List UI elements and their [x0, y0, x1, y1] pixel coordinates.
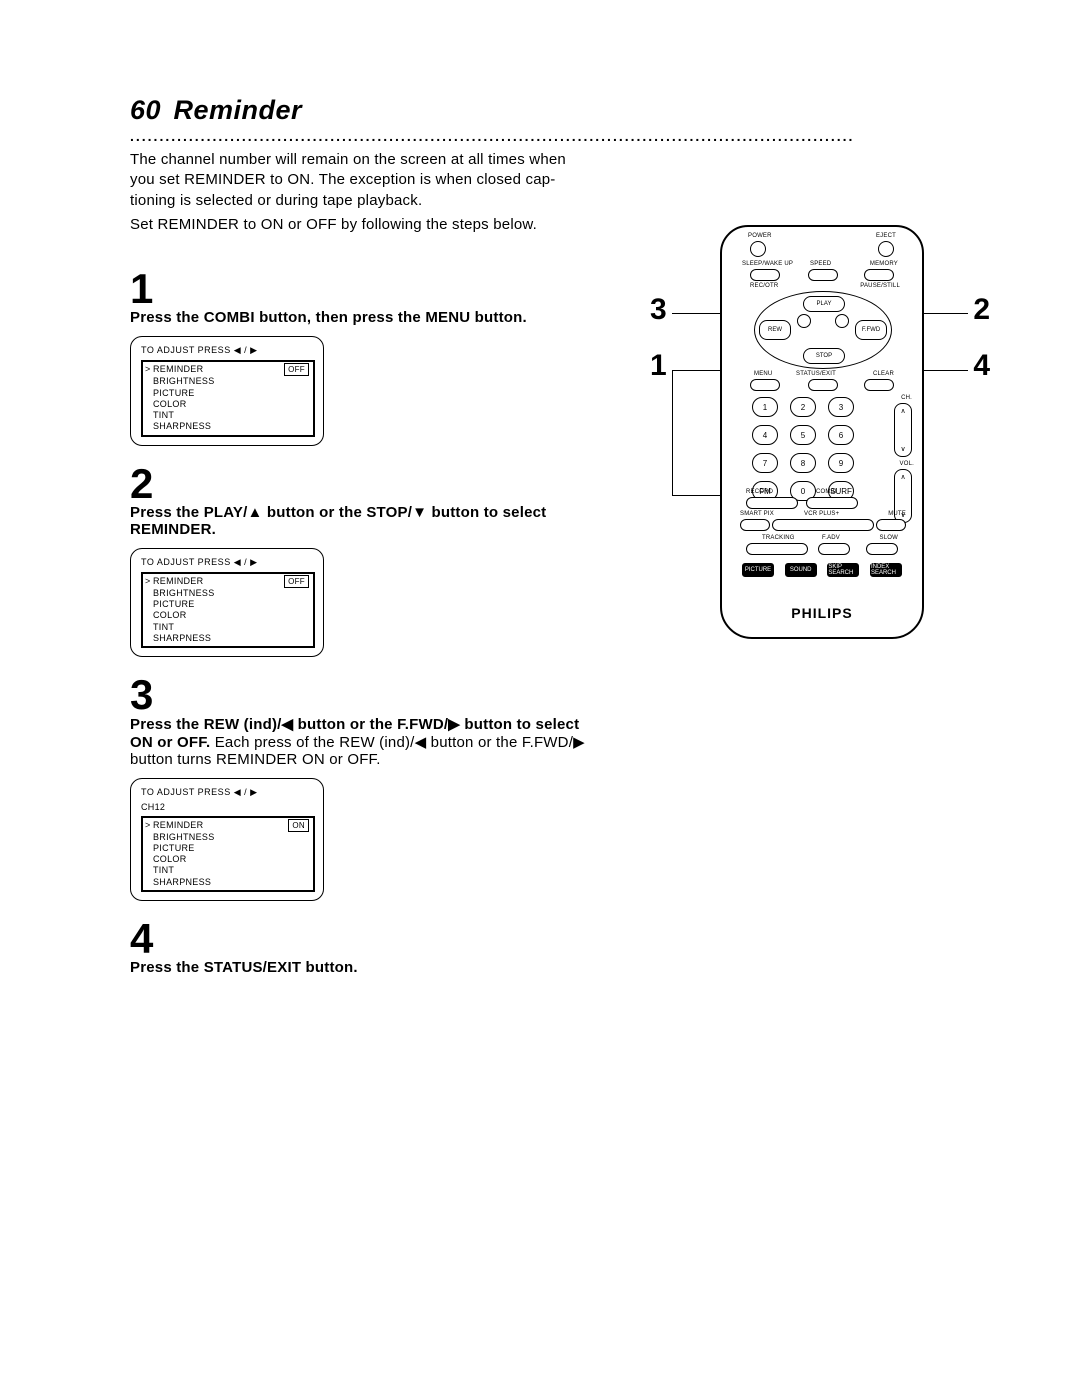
record-button[interactable]	[746, 497, 798, 509]
key-6[interactable]: 6	[828, 425, 854, 445]
key-8[interactable]: 8	[790, 453, 816, 473]
remote-diagram: 3 2 1 4 POWER EJECT SLEEP/WAKE UP SPEED …	[670, 225, 970, 639]
triangle-left-icon: ◀	[415, 734, 427, 751]
index-search-button[interactable]: INDEX SEARCH	[870, 563, 902, 577]
tracking-button[interactable]	[746, 543, 808, 555]
speed-button[interactable]	[808, 269, 838, 281]
transport-dpad: PLAY REW F.FWD STOP	[754, 291, 892, 369]
step-4-text: Press the STATUS/EXIT button.	[130, 959, 590, 976]
osd-screen-3: TO ADJUST PRESS ◀ / ▶ CH12 >REMINDERON B…	[130, 778, 324, 901]
vcrplus-button[interactable]	[772, 519, 874, 531]
skip-search-button[interactable]: SKIP SEARCH	[827, 563, 859, 577]
remote-control: POWER EJECT SLEEP/WAKE UP SPEED MEMORY R…	[720, 225, 924, 639]
key-9[interactable]: 9	[828, 453, 854, 473]
page-header: 60 Reminder	[130, 95, 970, 126]
mute-button[interactable]	[876, 519, 906, 531]
fadv-button[interactable]	[818, 543, 850, 555]
sound-button[interactable]: SOUND	[785, 563, 817, 577]
divider-dots: ........................................…	[130, 128, 970, 144]
power-button[interactable]	[750, 241, 766, 257]
ffwd-button[interactable]: F.FWD	[855, 320, 887, 340]
smartpix-button[interactable]	[740, 519, 770, 531]
slow-button[interactable]	[866, 543, 898, 555]
key-3[interactable]: 3	[828, 397, 854, 417]
combi-button[interactable]	[806, 497, 858, 509]
step-1-text: Press the COMBI button, then press the M…	[130, 309, 590, 326]
step-3-text: Press the REW (ind)/◀ button or the F.FW…	[130, 715, 590, 768]
rec-button[interactable]	[797, 314, 811, 328]
channel-rocker[interactable]: ∧∨	[894, 403, 912, 457]
clear-button[interactable]	[864, 379, 894, 391]
status-exit-button[interactable]	[808, 379, 838, 391]
pause-button[interactable]	[835, 314, 849, 328]
picture-button[interactable]: PICTURE	[742, 563, 774, 577]
triangle-right-icon: ▶	[573, 734, 585, 751]
number-keypad: 1 2 3 4 5 6 7 8 9 FM 0 SURF	[752, 397, 854, 501]
triangle-down-icon: ▼	[412, 504, 427, 521]
key-2[interactable]: 2	[790, 397, 816, 417]
key-7[interactable]: 7	[752, 453, 778, 473]
step-2-text: Press the PLAY/▲ button or the STOP/▼ bu…	[130, 504, 590, 538]
play-button[interactable]: PLAY	[803, 296, 845, 312]
menu-button[interactable]	[750, 379, 780, 391]
eject-button[interactable]	[878, 241, 894, 257]
page-number: 60	[130, 95, 161, 125]
osd-screen-2: TO ADJUST PRESS ◀ / ▶ >REMINDEROFF BRIGH…	[130, 548, 324, 658]
callout-4: 4	[973, 349, 990, 383]
page-title: Reminder	[174, 95, 303, 125]
callout-3: 3	[650, 293, 667, 327]
callout-2: 2	[973, 293, 990, 327]
memory-button[interactable]	[864, 269, 894, 281]
callout-1: 1	[650, 349, 667, 383]
stop-button[interactable]: STOP	[803, 348, 845, 364]
triangle-right-icon: ▶	[448, 716, 460, 733]
intro-text: The channel number will remain on the sc…	[130, 150, 590, 235]
key-5[interactable]: 5	[790, 425, 816, 445]
key-4[interactable]: 4	[752, 425, 778, 445]
step-3-number: 3	[130, 671, 970, 719]
sleep-button[interactable]	[750, 269, 780, 281]
step-4-number: 4	[130, 915, 970, 963]
osd-screen-1: TO ADJUST PRESS ◀ / ▶ >REMINDEROFF BRIGH…	[130, 336, 324, 446]
triangle-left-icon: ◀	[282, 716, 294, 733]
rew-button[interactable]: REW	[759, 320, 791, 340]
brand-label: PHILIPS	[722, 605, 922, 621]
triangle-up-icon: ▲	[248, 504, 263, 521]
key-1[interactable]: 1	[752, 397, 778, 417]
